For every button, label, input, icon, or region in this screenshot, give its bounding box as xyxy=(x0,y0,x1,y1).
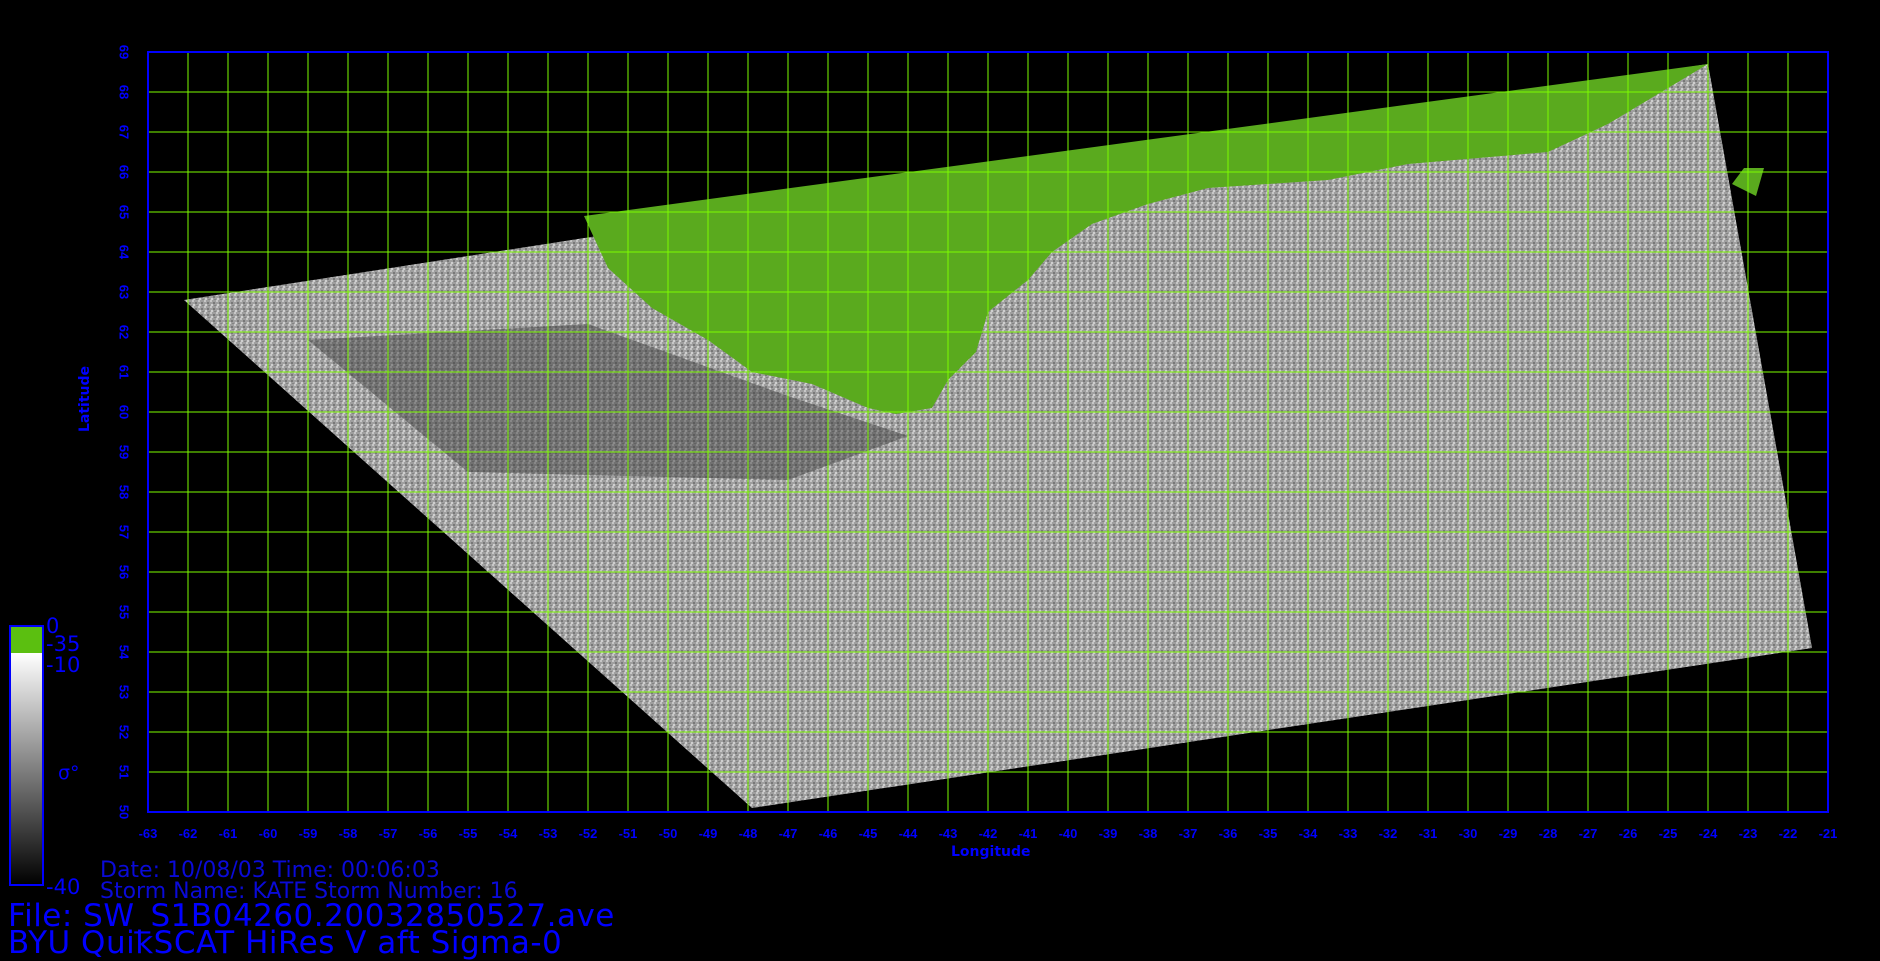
lon-tick-label: -63 xyxy=(139,826,158,841)
lon-tick-label: -61 xyxy=(219,826,238,841)
lat-tick-label: 58 xyxy=(117,485,132,499)
lat-tick-label: 68 xyxy=(117,85,132,99)
lon-tick-label: -24 xyxy=(1699,826,1719,841)
lat-tick-label: 56 xyxy=(117,565,132,579)
colorbar xyxy=(9,625,44,886)
colorbar-land-swatch xyxy=(10,626,43,653)
lat-tick-label: 59 xyxy=(117,445,132,459)
lat-tick-label: 54 xyxy=(117,645,132,660)
lon-tick-label: -39 xyxy=(1099,826,1118,841)
x-axis-label: Longitude xyxy=(951,844,1031,860)
map-figure: -63 -62 -61 -60 -59 -58 -57 -56 -55 -54 -53 -52 -51 -… xyxy=(9,45,1838,886)
lon-tick-label: -42 xyxy=(979,826,998,841)
lon-tick-label: -25 xyxy=(1659,826,1678,841)
lat-tick-label: 67 xyxy=(117,125,132,139)
lat-tick-label: 52 xyxy=(117,725,132,739)
lat-tick-label: 62 xyxy=(117,325,132,339)
lon-tick-label: -56 xyxy=(419,826,438,841)
lon-tick-label: -49 xyxy=(699,826,718,841)
lon-tick-label: -57 xyxy=(379,826,398,841)
product-title: BYU QuikSCAT HiRes V aft Sigma-0 xyxy=(8,925,563,961)
colorbar-symbol: σ° xyxy=(58,762,80,784)
lon-tick-label: -33 xyxy=(1339,826,1358,841)
lon-tick-label: -51 xyxy=(619,826,638,841)
lon-tick-label: -30 xyxy=(1459,826,1478,841)
lon-tick-label: -22 xyxy=(1779,826,1798,841)
lon-tick-label: -21 xyxy=(1819,826,1838,841)
lat-tick-label: 55 xyxy=(117,605,132,619)
lat-tick-label: 51 xyxy=(117,765,132,779)
lon-tick-label: -53 xyxy=(539,826,558,841)
lat-tick-label: 50 xyxy=(117,805,132,819)
colorbar-label-bottom: -40 xyxy=(46,875,81,899)
lat-tick-label: 65 xyxy=(117,205,132,219)
colorbar-label-upper: -10 xyxy=(46,653,81,677)
lon-tick-label: -58 xyxy=(339,826,358,841)
colorbar-label-land: -35 xyxy=(46,632,81,656)
lon-tick-label: -32 xyxy=(1379,826,1398,841)
lon-tick-label: -26 xyxy=(1619,826,1638,841)
lon-tick-label: -35 xyxy=(1259,826,1278,841)
lon-tick-label: -50 xyxy=(659,826,678,841)
lon-tick-label: -41 xyxy=(1019,826,1038,841)
lon-tick-label: -62 xyxy=(179,826,198,841)
lon-tick-label: -34 xyxy=(1299,826,1319,841)
lon-tick-label: -46 xyxy=(819,826,838,841)
lon-tick-label: -44 xyxy=(899,826,919,841)
y-axis-label: Latitude xyxy=(77,365,93,432)
lon-tick-label: -60 xyxy=(259,826,278,841)
lon-tick-label: -47 xyxy=(779,826,798,841)
lat-tick-label: 53 xyxy=(117,685,132,699)
lon-tick-label: -45 xyxy=(859,826,878,841)
lon-tick-label: -43 xyxy=(939,826,958,841)
lat-tick-label: 66 xyxy=(117,165,132,179)
lat-tick-label: 63 xyxy=(117,285,132,299)
lat-tick-label: 64 xyxy=(117,245,132,260)
lon-tick-label: -48 xyxy=(739,826,758,841)
lon-tick-label: -52 xyxy=(579,826,598,841)
lon-tick-label: -28 xyxy=(1539,826,1558,841)
lon-tick-label: -27 xyxy=(1579,826,1598,841)
lon-tick-label: -23 xyxy=(1739,826,1758,841)
lat-tick-label: 61 xyxy=(117,365,132,379)
lon-tick-label: -40 xyxy=(1059,826,1078,841)
lat-tick-label: 69 xyxy=(117,45,132,59)
lon-tick-label: -59 xyxy=(299,826,318,841)
lon-tick-label: -29 xyxy=(1499,826,1518,841)
lon-tick-label: -55 xyxy=(459,826,478,841)
lat-tick-label: 60 xyxy=(117,405,132,419)
lon-tick-label: -54 xyxy=(499,826,519,841)
lat-tick-label: 57 xyxy=(117,525,132,539)
lon-tick-label: -37 xyxy=(1179,826,1198,841)
colorbar-gradient xyxy=(10,653,43,885)
lon-tick-label: -38 xyxy=(1139,826,1158,841)
lon-tick-label: -31 xyxy=(1419,826,1438,841)
lon-tick-label: -36 xyxy=(1219,826,1238,841)
